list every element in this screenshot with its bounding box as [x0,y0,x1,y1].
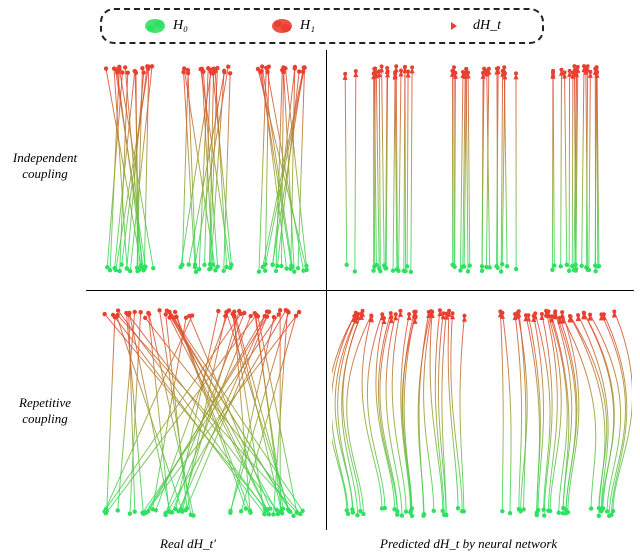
row-label-repetitive: Repetitivecoupling [4,395,86,426]
panel-independent-real [90,52,322,286]
blob-red-icon [270,17,294,35]
col-label-real-sym: dH_t′ [187,536,216,551]
panel-repetitive-real [90,296,322,530]
legend-box: H₀ H₁ dH_t [100,8,544,44]
blob-green-icon [143,17,167,35]
legend-h1: H₁ [270,17,315,35]
legend-dht: dH_t [397,18,501,34]
gradient-arrow-icon [397,19,467,33]
col-label-pred-prefix: Predicted [380,536,433,551]
legend-h0-label: H₀ [173,18,188,34]
panel-independent-predicted [332,52,632,286]
legend-h0: H₀ [143,17,188,35]
panel-repetitive-predicted [332,296,632,530]
col-label-pred-sym: dH_t [433,536,459,551]
row-label-independent: Independentcoupling [4,150,86,181]
col-label-predicted: Predicted dH_t by neural network [380,536,557,552]
legend-dht-label: dH_t [473,18,501,34]
col-label-real-prefix: Real [160,536,187,551]
divider-horizontal [86,290,634,291]
col-label-real: Real dH_t′ [160,536,216,552]
col-label-pred-suffix: by neural network [459,536,557,551]
legend-h1-label: H₁ [300,18,315,34]
